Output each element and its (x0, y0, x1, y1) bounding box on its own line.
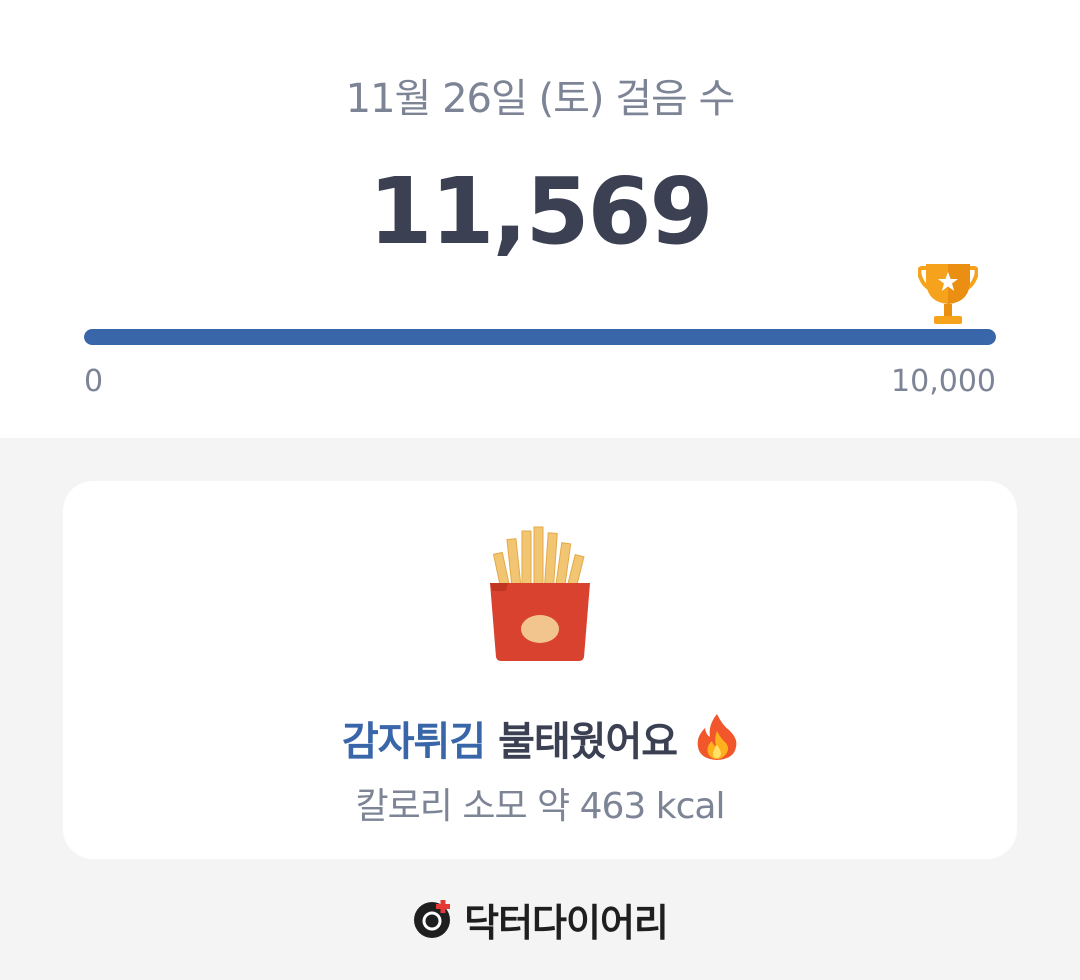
trophy-icon (918, 264, 978, 324)
french-fries-icon (490, 526, 590, 661)
step-progress-bar (84, 329, 996, 345)
date-title: 11월 26일 (토) 걸음 수 (345, 76, 736, 122)
brand-footer: 닥터다이어리 (0, 892, 1080, 947)
fire-icon (697, 714, 737, 760)
brand-name: 닥터다이어리 (464, 901, 669, 945)
doctor-diary-logo-icon (414, 899, 451, 938)
food-name: 감자튀김 (341, 719, 486, 765)
step-progress-fill (84, 329, 996, 345)
burn-headline: 감자튀김 불태웠어요 (63, 709, 1017, 767)
steps-summary-panel: 11월 26일 (토) 걸음 수 11,569 0 10,000 (0, 0, 1080, 438)
progress-min-label: 0 (84, 364, 104, 399)
calorie-burn-card: 감자튀김 불태웠어요 칼로리 소모 약 463 kcal (63, 481, 1017, 859)
burn-text: 불태웠어요 (485, 719, 678, 765)
progress-max-label: 10,000 (891, 364, 996, 399)
step-count: 11,569 (368, 158, 713, 265)
calorie-burn-text: 칼로리 소모 약 463 kcal (355, 786, 726, 827)
